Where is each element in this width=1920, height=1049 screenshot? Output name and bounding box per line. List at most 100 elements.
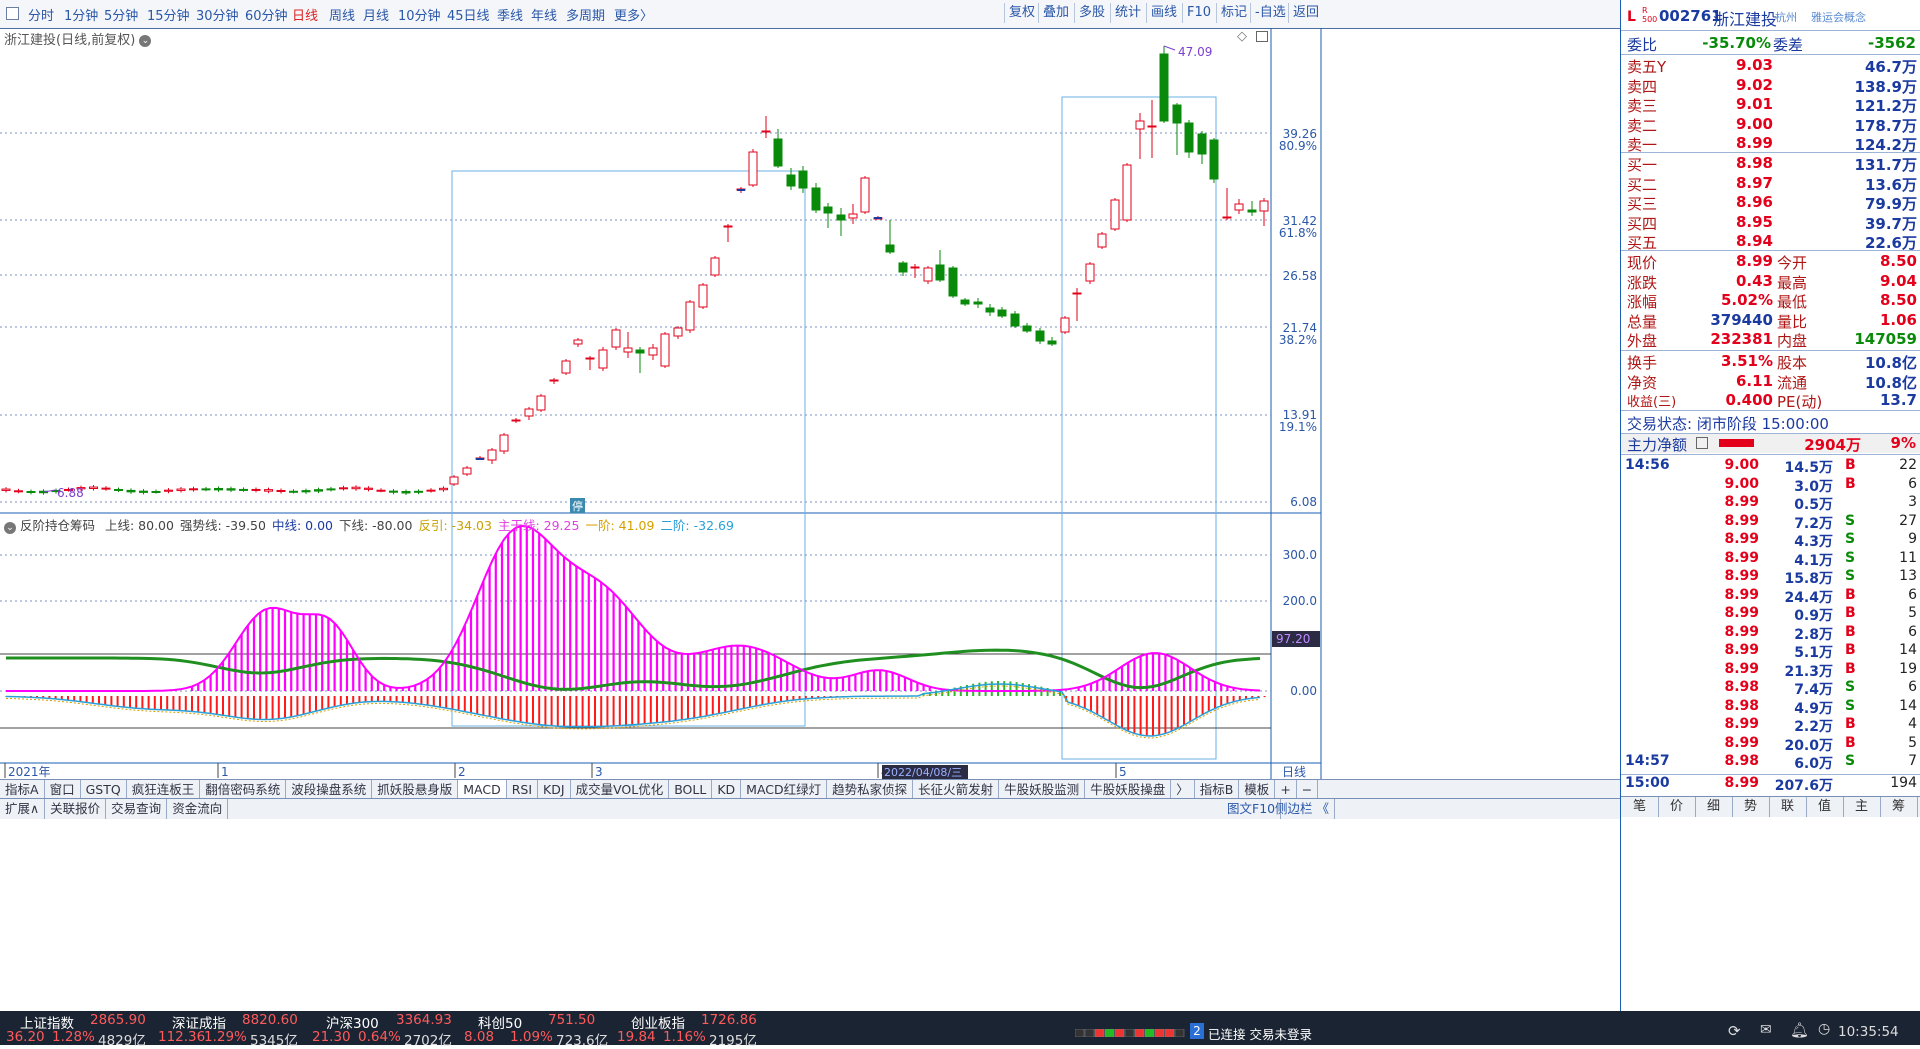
indicator-tab-7[interactable]: MACD	[458, 780, 507, 800]
indicator-tab-9[interactable]: KDJ	[538, 780, 571, 800]
indicator-tab-10[interactable]: 成交量VOL优化	[571, 780, 670, 800]
quote-tab-7[interactable]: 筹	[1880, 797, 1918, 817]
refresh-icon[interactable]: ⟳	[1728, 1022, 1741, 1040]
orderbook-row[interactable]: 买一 8.98 131.7万	[1621, 154, 1920, 174]
period-10[interactable]: 45日线	[447, 5, 490, 24]
kline-chart-canvas[interactable]: 39.2680.9%31.4261.8%26.5821.7438.2%13.91…	[0, 28, 1620, 780]
indicator-tab-22[interactable]: −	[1297, 780, 1319, 800]
indicator-tab-13[interactable]: MACD红绿灯	[741, 780, 828, 800]
toolbar-button-6[interactable]: 标记	[1216, 3, 1247, 23]
sidebar-toggle[interactable]: 侧边栏 《	[1270, 799, 1335, 819]
indicator-tab-2[interactable]: GSTQ	[81, 780, 127, 800]
connection-badge[interactable]: 2	[1190, 1023, 1204, 1039]
stock-concept[interactable]: 雅运会概念	[1811, 9, 1866, 25]
toolbar-button-0[interactable]: 复权	[1004, 3, 1035, 23]
index-quote[interactable]: 深证成指 8820.60 112.36 1.29% 5345亿	[158, 1011, 322, 1049]
orderbook-row[interactable]: 卖五Y 9.03 46.7万	[1621, 56, 1920, 76]
indicator-tab-16[interactable]: 牛股妖股监测	[999, 780, 1086, 800]
quote-tab-3[interactable]: 势	[1732, 797, 1770, 817]
index-quote[interactable]: 沪深300 3364.93 21.30 0.64% 2702亿	[312, 1011, 476, 1049]
period-0[interactable]: 分时	[28, 5, 54, 24]
period-12[interactable]: 年线	[531, 5, 557, 24]
orderbook-row[interactable]: 卖一 8.99 124.2万	[1621, 134, 1920, 154]
period-13[interactable]: 多周期	[566, 5, 605, 24]
period-4[interactable]: 30分钟	[196, 5, 239, 24]
period-11[interactable]: 季线	[497, 5, 523, 24]
orderbook-row[interactable]: 卖二 9.00 178.7万	[1621, 115, 1920, 135]
indicator-tab-17[interactable]: 牛股妖股操盘	[1085, 780, 1172, 800]
toolbar-checkbox[interactable]	[6, 7, 19, 20]
extension-tab-1[interactable]: 关联报价	[45, 799, 107, 819]
indicator-tab-20[interactable]: 模板	[1239, 780, 1276, 800]
indicator-dropdown-icon[interactable]: ⌄	[4, 522, 16, 534]
indicator-tab-11[interactable]: BOLL	[669, 780, 713, 800]
indicator-tab-8[interactable]: RSI	[507, 780, 539, 800]
main-flow-list-icon[interactable]	[1696, 437, 1708, 449]
index-quote[interactable]: 上证指数 2865.90 36.20 1.28% 4829亿	[6, 1011, 170, 1049]
period-2[interactable]: 5分钟	[104, 5, 138, 24]
indicator-param-0: 上线: 80.00	[104, 518, 174, 533]
stats2-row: 换手 3.51% 股本 10.8亿	[1621, 352, 1920, 372]
indicator-tab-6[interactable]: 抓妖股悬身版	[372, 780, 459, 800]
period-7[interactable]: 周线	[329, 5, 355, 24]
candle-body	[1172, 104, 1182, 124]
chat-icon[interactable]: ✉	[1760, 1022, 1772, 1038]
quote-tab-1[interactable]: 价	[1658, 797, 1696, 817]
indicator-tab-1[interactable]: 窗口	[45, 780, 81, 800]
quote-tab-5[interactable]: 值	[1806, 797, 1844, 817]
extension-tab-3[interactable]: 资金流向	[167, 799, 229, 819]
period-3[interactable]: 15分钟	[147, 5, 190, 24]
indicator-tab-4[interactable]: 翻倍密码系统	[200, 780, 287, 800]
period-6[interactable]: 日线	[292, 5, 318, 24]
orderbook-row[interactable]: 卖三 9.01 121.2万	[1621, 95, 1920, 115]
indicator-tab-19[interactable]: 指标B	[1195, 780, 1240, 800]
trade-status-row: 交易状态: 闭市阶段 15:00:00	[1621, 413, 1920, 433]
toolbar-button-1[interactable]: 叠加	[1038, 3, 1069, 23]
toolbar-button-8[interactable]: 返回	[1288, 3, 1319, 23]
toolbar-button-3[interactable]: 统计	[1110, 3, 1141, 23]
stock-name[interactable]: 浙江建投	[1713, 6, 1777, 30]
quote-tab-4[interactable]: 联	[1769, 797, 1807, 817]
quote-tab-6[interactable]: 主	[1843, 797, 1881, 817]
index-quote[interactable]: 创业板指 1726.86 19.84 1.16% 2195亿	[617, 1011, 781, 1049]
kline-chart-area[interactable]: 39.26 80.9% 31.42 61.8% 26.58 21.74 38.2% 13.91…	[0, 28, 1620, 1011]
stock-region[interactable]: 杭州	[1775, 9, 1797, 25]
orderbook-row[interactable]: 买四 8.95 39.7万	[1621, 213, 1920, 233]
candle-body	[151, 490, 161, 493]
index-quote[interactable]: 科创50 751.50 8.08 1.09% 723.6亿	[464, 1011, 628, 1049]
weicha-label: 委差	[1773, 36, 1804, 54]
orderbook-row[interactable]: 卖四 9.02 138.9万	[1621, 76, 1920, 96]
extension-tab-0[interactable]: 扩展∧	[0, 799, 46, 819]
indicator-tab-18[interactable]: 〉	[1171, 780, 1195, 800]
extension-tab-2[interactable]: 交易查询	[106, 799, 168, 819]
period-5[interactable]: 60分钟	[245, 5, 288, 24]
toolbar-button-5[interactable]: F10	[1182, 3, 1211, 23]
indicator-tab-14[interactable]: 趋势私家侦探	[827, 780, 914, 800]
toolbar-button-2[interactable]: 多股	[1074, 3, 1105, 23]
chart-window-icon[interactable]	[1256, 31, 1268, 42]
period-1[interactable]: 1分钟	[64, 5, 98, 24]
quote-tab-0[interactable]: 笔	[1621, 797, 1659, 817]
indicator-tab-3[interactable]: 疯狂连板王	[127, 780, 201, 800]
period-14[interactable]: 更多〉	[614, 5, 653, 24]
indicator-tab-21[interactable]: +	[1275, 780, 1297, 800]
toolbar-button-7[interactable]: -自选	[1250, 3, 1286, 23]
candle-body	[101, 487, 111, 490]
tick-count: 4	[1908, 716, 1917, 732]
orderbook-row[interactable]: 买三 8.96 79.9万	[1621, 193, 1920, 213]
bell-icon[interactable]: 🔔︎	[1790, 1021, 1809, 1039]
orderbook-row[interactable]: 买五 8.94 22.6万	[1621, 232, 1920, 252]
connection-status[interactable]: 已连接 交易未登录	[1208, 1024, 1312, 1043]
period-8[interactable]: 月线	[363, 5, 389, 24]
toolbar-button-4[interactable]: 画线	[1146, 3, 1177, 23]
orderbook-row[interactable]: 买二 8.97 13.6万	[1621, 174, 1920, 194]
tick-row: 14:56 9.00 14.5万 B 22	[1621, 457, 1920, 476]
quote-tab-2[interactable]: 细	[1695, 797, 1733, 817]
chart-diamond-icon[interactable]: ◇	[1237, 29, 1247, 44]
indicator-tab-12[interactable]: KD	[712, 780, 742, 800]
period-9[interactable]: 10分钟	[398, 5, 441, 24]
title-dropdown-icon[interactable]: ⌄	[139, 34, 152, 47]
indicator-tab-0[interactable]: 指标A	[0, 780, 45, 800]
indicator-tab-5[interactable]: 波段操盘系统	[286, 780, 373, 800]
indicator-tab-15[interactable]: 长征火箭发射	[913, 780, 1000, 800]
